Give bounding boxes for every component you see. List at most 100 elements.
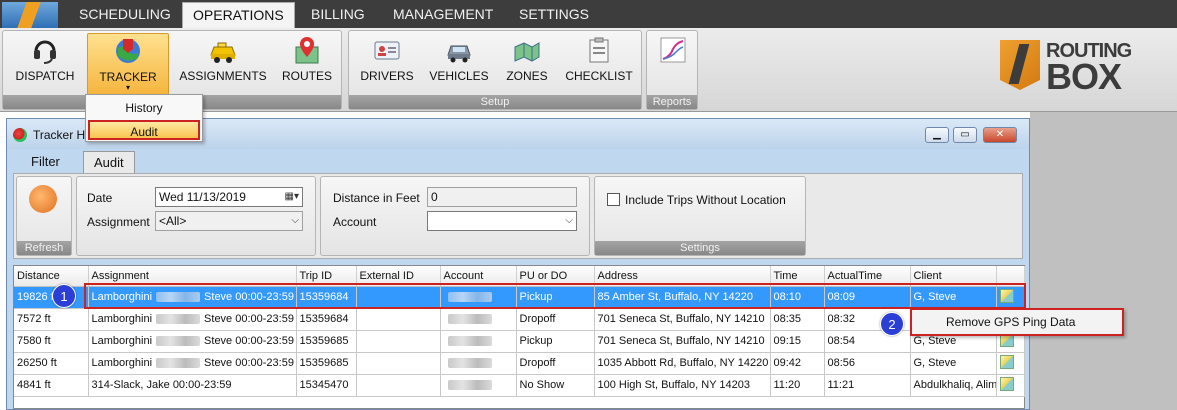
col-external-id[interactable]: External ID <box>356 266 441 287</box>
col-actual-time[interactable]: ActualTime <box>824 266 911 287</box>
ribbon-group-setup: DRIVERS VEHICLES ZONES CHECKLIST Setup <box>348 30 642 110</box>
cell-map <box>996 352 1025 375</box>
col-account[interactable]: Account <box>440 266 517 287</box>
routes-button[interactable]: ROUTES <box>275 33 339 93</box>
id-card-icon <box>374 41 400 60</box>
cell-client: Abdulkhaliq, Alim <box>910 374 997 397</box>
col-trip-id[interactable]: Trip ID <box>296 266 357 287</box>
reports-group-label: Reports <box>647 95 697 109</box>
map-icon[interactable] <box>999 354 1014 369</box>
cell-trip-id: 15359685 <box>296 352 357 375</box>
tab-filter[interactable]: Filter <box>21 151 70 173</box>
map-pin-icon <box>295 37 319 64</box>
cell-distance: 7572 ft <box>14 308 89 331</box>
minimize-button[interactable]: ▁ <box>925 127 949 143</box>
redacted-text <box>156 292 201 303</box>
assignments-button[interactable]: ASSIGNMENTS <box>175 33 271 93</box>
menu-operations[interactable]: OPERATIONS <box>182 2 295 28</box>
cell-external-id <box>356 286 441 309</box>
cell-map <box>996 286 1025 309</box>
step-badge-2: 2 <box>880 312 904 336</box>
car-icon <box>447 45 471 63</box>
distance-input[interactable]: 0 <box>427 187 577 207</box>
window-title: Tracker Hi <box>33 128 88 142</box>
grid-header: Distance Assignment Trip ID External ID … <box>14 266 1025 287</box>
cell-account <box>440 308 517 331</box>
map-icon[interactable] <box>999 288 1014 303</box>
headset-icon <box>34 40 56 64</box>
dropdown-item-history[interactable]: History <box>88 98 200 118</box>
cell-client: G, Steve <box>910 286 997 309</box>
cell-time: 11:20 <box>770 374 825 397</box>
reports-button[interactable] <box>651 33 695 93</box>
cell-time: 08:10 <box>770 286 825 309</box>
cell-address: 701 Seneca St, Buffalo, NY 14210 <box>594 330 771 353</box>
map-icon[interactable] <box>999 376 1014 391</box>
app-logo-icon <box>2 2 58 28</box>
setup-group-label: Setup <box>349 95 641 109</box>
dispatch-button[interactable]: DISPATCH <box>7 33 83 93</box>
clipboard-icon <box>589 37 609 63</box>
tracker-dropdown-icon: ▾ <box>125 83 130 92</box>
cell-distance: 26250 ft <box>14 352 89 375</box>
cell-trip-id: 15359684 <box>296 308 357 331</box>
col-client[interactable]: Client <box>910 266 997 287</box>
col-assignment[interactable]: Assignment <box>88 266 297 287</box>
maximize-button[interactable]: ▭ <box>953 127 977 143</box>
col-pu-or-do[interactable]: PU or DO <box>516 266 595 287</box>
mdi-background <box>1030 112 1177 410</box>
assignment-label: Assignment <box>87 215 150 229</box>
table-row[interactable]: 26250 ft Lamborghini Steve 00:00-23:59 15… <box>14 352 1025 375</box>
calendar-dropdown-icon[interactable]: ▦▾ <box>285 188 299 206</box>
cell-assignment: Lamborghini Steve 00:00-23:59 <box>88 330 297 353</box>
cell-assignment: Lamborghini Steve 00:00-23:59 <box>88 352 297 375</box>
dropdown-item-audit[interactable]: Audit <box>88 120 200 140</box>
assignments-label: ASSIGNMENTS <box>179 69 267 83</box>
cell-distance: 19826 ft <box>14 286 89 309</box>
menu-scheduling[interactable]: SCHEDULING <box>79 0 171 28</box>
cell-map <box>996 374 1025 397</box>
tracker-button[interactable]: TRACKER ▾ <box>87 33 169 97</box>
table-row[interactable]: 7572 ft Lamborghini Steve 00:00-23:59 153… <box>14 308 1025 331</box>
context-menu-remove-gps[interactable]: Remove GPS Ping Data <box>910 308 1124 336</box>
date-picker[interactable]: Wed 11/13/2019 ▦▾ <box>155 187 303 207</box>
menu-billing[interactable]: BILLING <box>311 0 365 28</box>
table-row[interactable]: 19826 ft Lamborghini Steve 00:00-23:59 15… <box>14 286 1025 309</box>
menu-management[interactable]: MANAGEMENT <box>393 0 493 28</box>
close-button[interactable]: ✕ <box>983 127 1017 143</box>
cell-account <box>440 286 517 309</box>
include-trips-checkbox[interactable] <box>607 193 620 206</box>
audit-filter-panel: Refresh Date Wed 11/13/2019 ▦▾ Assignmen… <box>13 173 1023 259</box>
col-distance[interactable]: Distance <box>14 266 89 287</box>
settings-label: Settings <box>595 241 805 255</box>
cell-time: 08:35 <box>770 308 825 331</box>
date-label: Date <box>87 191 113 205</box>
cell-account <box>440 374 517 397</box>
assignment-select[interactable]: <All> ⌵ <box>155 211 303 231</box>
redacted-text <box>447 380 492 391</box>
vehicles-label: VEHICLES <box>429 69 489 83</box>
table-row[interactable]: 4841 ft 314-Slack, Jake 00:00-23:59 1534… <box>14 374 1025 397</box>
col-address[interactable]: Address <box>594 266 771 287</box>
vehicles-button[interactable]: VEHICLES <box>425 33 493 93</box>
cell-external-id <box>356 352 441 375</box>
cell-actual-time: 11:21 <box>824 374 911 397</box>
settings-group: Include Trips Without Location Settings <box>594 176 806 256</box>
tab-audit[interactable]: Audit <box>83 151 135 173</box>
account-select[interactable]: ⌵ <box>427 211 577 231</box>
routingbox-mark-icon <box>1000 40 1040 90</box>
cell-trip-id: 15359685 <box>296 330 357 353</box>
drivers-button[interactable]: DRIVERS <box>355 33 419 93</box>
menu-settings[interactable]: SETTINGS <box>519 0 589 28</box>
distance-label: Distance in Feet <box>333 191 420 205</box>
cell-actual-time: 08:09 <box>824 286 911 309</box>
table-row[interactable]: 7580 ft Lamborghini Steve 00:00-23:59 153… <box>14 330 1025 353</box>
cell-address: 701 Seneca St, Buffalo, NY 14210 <box>594 308 771 331</box>
cell-account <box>440 330 517 353</box>
col-time[interactable]: Time <box>770 266 825 287</box>
checklist-button[interactable]: CHECKLIST <box>559 33 639 93</box>
refresh-icon[interactable] <box>29 185 57 213</box>
redacted-text <box>156 314 201 325</box>
redacted-text <box>447 314 492 325</box>
zones-button[interactable]: ZONES <box>499 33 555 93</box>
